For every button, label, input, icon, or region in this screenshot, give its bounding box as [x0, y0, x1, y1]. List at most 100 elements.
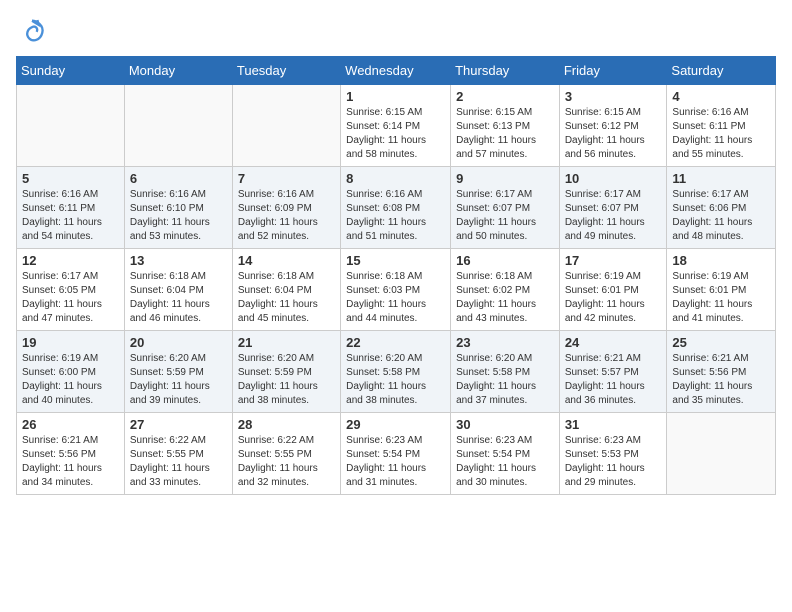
day-number: 9 — [456, 171, 554, 186]
day-cell: 5 Sunrise: 6:16 AM Sunset: 6:11 PM Daylig… — [17, 167, 125, 249]
day-cell: 29 Sunrise: 6:23 AM Sunset: 5:54 PM Dayli… — [341, 413, 451, 495]
day-number: 18 — [672, 253, 770, 268]
day-cell: 15Sunrise: 6:18 AM Sunset: 6:03 PM Dayli… — [341, 249, 451, 331]
day-info: Sunrise: 6:16 AM Sunset: 6:11 PM Dayligh… — [672, 106, 770, 162]
header-row: SundayMondayTuesdayWednesdayThursdayFrid… — [17, 57, 776, 85]
header-cell-tuesday: Tuesday — [232, 57, 340, 85]
day-info: Sunrise: 6:16 AM Sunset: 6:10 PM Dayligh… — [130, 188, 227, 244]
day-info: Sunrise: 6:16 AM Sunset: 6:11 PM Dayligh… — [22, 188, 119, 244]
day-cell: 2 Sunrise: 6:15 AM Sunset: 6:13 PM Daylig… — [451, 85, 560, 167]
day-info: Sunrise: 6:15 AM Sunset: 6:13 PM Dayligh… — [456, 106, 554, 162]
day-number: 23 — [456, 335, 554, 350]
day-cell — [124, 85, 232, 167]
day-number: 11 — [672, 171, 770, 186]
header-cell-monday: Monday — [124, 57, 232, 85]
day-info: Sunrise: 6:20 AM Sunset: 5:59 PM Dayligh… — [238, 352, 335, 408]
week-row-2: 5 Sunrise: 6:16 AM Sunset: 6:11 PM Daylig… — [17, 167, 776, 249]
day-number: 30 — [456, 417, 554, 432]
day-info: Sunrise: 6:15 AM Sunset: 6:14 PM Dayligh… — [346, 106, 445, 162]
week-row-5: 26Sunrise: 6:21 AM Sunset: 5:56 PM Dayli… — [17, 413, 776, 495]
day-info: Sunrise: 6:18 AM Sunset: 6:04 PM Dayligh… — [130, 270, 227, 326]
day-number: 29 — [346, 417, 445, 432]
day-number: 5 — [22, 171, 119, 186]
day-cell: 13 Sunrise: 6:18 AM Sunset: 6:04 PM Dayli… — [124, 249, 232, 331]
day-number: 6 — [130, 171, 227, 186]
day-number: 13 — [130, 253, 227, 268]
day-cell: 3 Sunrise: 6:15 AM Sunset: 6:12 PM Daylig… — [559, 85, 667, 167]
day-info: Sunrise: 6:18 AM Sunset: 6:02 PM Dayligh… — [456, 270, 554, 326]
day-cell: 27 Sunrise: 6:22 AM Sunset: 5:55 PM Dayli… — [124, 413, 232, 495]
day-number: 7 — [238, 171, 335, 186]
day-cell: 20Sunrise: 6:20 AM Sunset: 5:59 PM Dayli… — [124, 331, 232, 413]
calendar-table: SundayMondayTuesdayWednesdayThursdayFrid… — [16, 56, 776, 495]
day-info: Sunrise: 6:20 AM Sunset: 5:58 PM Dayligh… — [456, 352, 554, 408]
day-cell: 7 Sunrise: 6:16 AM Sunset: 6:09 PM Daylig… — [232, 167, 340, 249]
day-number: 1 — [346, 89, 445, 104]
day-number: 15 — [346, 253, 445, 268]
day-cell: 25 Sunrise: 6:21 AM Sunset: 5:56 PM Dayli… — [667, 331, 776, 413]
day-cell: 26Sunrise: 6:21 AM Sunset: 5:56 PM Dayli… — [17, 413, 125, 495]
header-cell-thursday: Thursday — [451, 57, 560, 85]
day-number: 31 — [565, 417, 662, 432]
day-info: Sunrise: 6:16 AM Sunset: 6:08 PM Dayligh… — [346, 188, 445, 244]
day-cell: 22 Sunrise: 6:20 AM Sunset: 5:58 PM Dayli… — [341, 331, 451, 413]
day-cell: 10Sunrise: 6:17 AM Sunset: 6:07 PM Dayli… — [559, 167, 667, 249]
day-cell: 8Sunrise: 6:16 AM Sunset: 6:08 PM Daylig… — [341, 167, 451, 249]
day-cell: 28 Sunrise: 6:22 AM Sunset: 5:55 PM Dayli… — [232, 413, 340, 495]
day-number: 21 — [238, 335, 335, 350]
day-info: Sunrise: 6:23 AM Sunset: 5:54 PM Dayligh… — [456, 434, 554, 490]
day-number: 12 — [22, 253, 119, 268]
day-number: 3 — [565, 89, 662, 104]
day-number: 24 — [565, 335, 662, 350]
logo-icon — [18, 16, 46, 44]
day-number: 20 — [130, 335, 227, 350]
week-row-3: 12 Sunrise: 6:17 AM Sunset: 6:05 PM Dayli… — [17, 249, 776, 331]
day-cell: 14 Sunrise: 6:18 AM Sunset: 6:04 PM Dayli… — [232, 249, 340, 331]
day-number: 22 — [346, 335, 445, 350]
day-cell: 23 Sunrise: 6:20 AM Sunset: 5:58 PM Dayli… — [451, 331, 560, 413]
day-number: 26 — [22, 417, 119, 432]
header-cell-wednesday: Wednesday — [341, 57, 451, 85]
day-cell: 21 Sunrise: 6:20 AM Sunset: 5:59 PM Dayli… — [232, 331, 340, 413]
day-info: Sunrise: 6:17 AM Sunset: 6:05 PM Dayligh… — [22, 270, 119, 326]
day-cell — [232, 85, 340, 167]
day-number: 17 — [565, 253, 662, 268]
day-info: Sunrise: 6:23 AM Sunset: 5:54 PM Dayligh… — [346, 434, 445, 490]
day-cell: 11Sunrise: 6:17 AM Sunset: 6:06 PM Dayli… — [667, 167, 776, 249]
day-cell: 9 Sunrise: 6:17 AM Sunset: 6:07 PM Daylig… — [451, 167, 560, 249]
day-number: 2 — [456, 89, 554, 104]
day-info: Sunrise: 6:21 AM Sunset: 5:56 PM Dayligh… — [672, 352, 770, 408]
day-info: Sunrise: 6:16 AM Sunset: 6:09 PM Dayligh… — [238, 188, 335, 244]
day-info: Sunrise: 6:20 AM Sunset: 5:58 PM Dayligh… — [346, 352, 445, 408]
day-number: 28 — [238, 417, 335, 432]
calendar-body: 1 Sunrise: 6:15 AM Sunset: 6:14 PM Daylig… — [17, 85, 776, 495]
day-number: 14 — [238, 253, 335, 268]
day-cell: 6 Sunrise: 6:16 AM Sunset: 6:10 PM Daylig… — [124, 167, 232, 249]
header-cell-sunday: Sunday — [17, 57, 125, 85]
page-header — [16, 16, 776, 44]
day-info: Sunrise: 6:18 AM Sunset: 6:04 PM Dayligh… — [238, 270, 335, 326]
day-info: Sunrise: 6:17 AM Sunset: 6:07 PM Dayligh… — [456, 188, 554, 244]
day-number: 4 — [672, 89, 770, 104]
day-number: 10 — [565, 171, 662, 186]
header-cell-friday: Friday — [559, 57, 667, 85]
logo — [16, 16, 46, 44]
header-cell-saturday: Saturday — [667, 57, 776, 85]
day-cell: 4 Sunrise: 6:16 AM Sunset: 6:11 PM Daylig… — [667, 85, 776, 167]
week-row-1: 1 Sunrise: 6:15 AM Sunset: 6:14 PM Daylig… — [17, 85, 776, 167]
day-cell: 1 Sunrise: 6:15 AM Sunset: 6:14 PM Daylig… — [341, 85, 451, 167]
day-info: Sunrise: 6:22 AM Sunset: 5:55 PM Dayligh… — [130, 434, 227, 490]
day-info: Sunrise: 6:15 AM Sunset: 6:12 PM Dayligh… — [565, 106, 662, 162]
day-number: 16 — [456, 253, 554, 268]
day-cell: 12 Sunrise: 6:17 AM Sunset: 6:05 PM Dayli… — [17, 249, 125, 331]
week-row-4: 19Sunrise: 6:19 AM Sunset: 6:00 PM Dayli… — [17, 331, 776, 413]
day-info: Sunrise: 6:19 AM Sunset: 6:01 PM Dayligh… — [672, 270, 770, 326]
day-number: 25 — [672, 335, 770, 350]
day-info: Sunrise: 6:22 AM Sunset: 5:55 PM Dayligh… — [238, 434, 335, 490]
day-cell: 17Sunrise: 6:19 AM Sunset: 6:01 PM Dayli… — [559, 249, 667, 331]
day-cell: 24Sunrise: 6:21 AM Sunset: 5:57 PM Dayli… — [559, 331, 667, 413]
day-info: Sunrise: 6:23 AM Sunset: 5:53 PM Dayligh… — [565, 434, 662, 490]
day-cell: 18 Sunrise: 6:19 AM Sunset: 6:01 PM Dayli… — [667, 249, 776, 331]
day-cell: 19Sunrise: 6:19 AM Sunset: 6:00 PM Dayli… — [17, 331, 125, 413]
day-number: 27 — [130, 417, 227, 432]
